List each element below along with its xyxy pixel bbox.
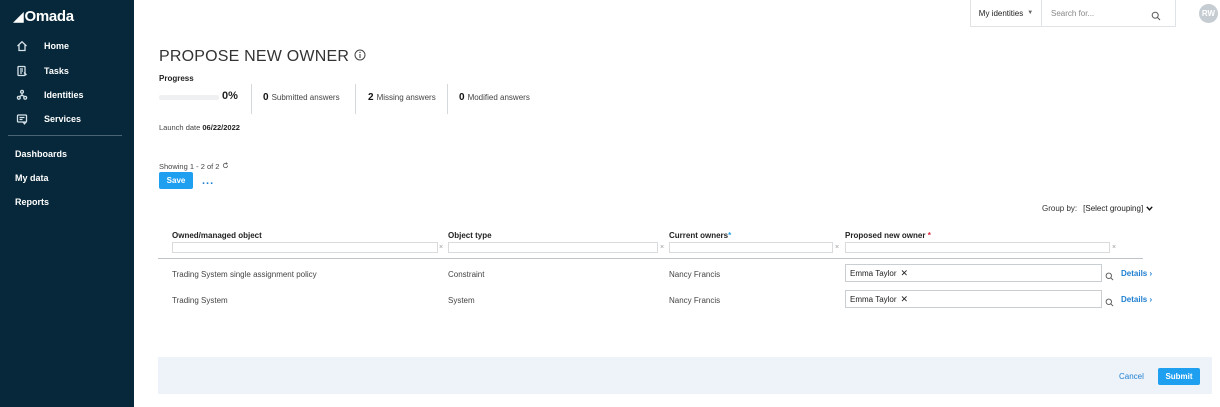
identities-icon — [15, 88, 29, 102]
more-actions-button[interactable]: ... — [202, 175, 214, 187]
cell-object-type: System — [448, 296, 475, 305]
column-header-object-type[interactable]: Object type — [448, 231, 492, 240]
group-by-value: [Select grouping] — [1083, 204, 1144, 213]
filter-proposed-owner — [845, 242, 1110, 259]
clear-filter-icon[interactable]: × — [835, 244, 839, 251]
sidebar-link-my-data[interactable]: My data — [15, 173, 49, 183]
details-link[interactable]: Details › — [1121, 269, 1152, 278]
sidebar-link-dashboards[interactable]: Dashboards — [15, 149, 67, 159]
page-title: PROPOSE NEW OWNER — [159, 48, 366, 66]
column-header-proposed-owner[interactable]: Proposed new owner * — [845, 231, 931, 240]
owner-chip-name: Emma Taylor — [850, 268, 897, 278]
search-input[interactable] — [1051, 8, 1151, 18]
chevron-right-icon: › — [1149, 295, 1153, 304]
search-icon[interactable] — [1105, 294, 1114, 312]
omada-logo-mark-icon: ◢ — [13, 8, 24, 24]
home-icon — [15, 39, 29, 53]
table-header-divider — [158, 258, 1143, 259]
column-header-label: Proposed new owner — [845, 231, 926, 240]
stat-missing: 2 Missing answers — [368, 92, 436, 103]
stat-modified: 0 Modified answers — [459, 92, 530, 103]
cell-current-owner: Nancy Francis — [669, 270, 721, 279]
services-icon — [15, 112, 29, 126]
user-avatar[interactable]: RW — [1199, 4, 1218, 23]
required-marker: * — [925, 231, 931, 240]
action-footer — [158, 357, 1212, 394]
global-search — [1041, 0, 1176, 27]
remove-owner-icon[interactable]: ✕ — [901, 294, 909, 305]
progress-bar — [159, 95, 219, 100]
stat-separator — [355, 84, 356, 114]
remove-owner-icon[interactable]: ✕ — [901, 268, 909, 279]
showing-count-text: Showing 1 - 2 of 2 — [159, 162, 220, 171]
stat-label: Modified answers — [467, 93, 530, 102]
cell-object: Trading System — [172, 296, 228, 305]
sidebar-item-identities[interactable]: Identities — [0, 85, 134, 105]
proposed-owner-field[interactable]: Emma Taylor ✕ — [845, 290, 1102, 308]
column-header-current-owners[interactable]: Current owners* — [669, 231, 731, 240]
info-icon[interactable] — [354, 48, 366, 66]
caret-down-icon: ▼ — [1027, 10, 1034, 16]
sidebar-item-label: Tasks — [44, 66, 69, 76]
launch-date: Launch date 06/22/2022 — [159, 123, 240, 132]
cell-current-owner: Nancy Francis — [669, 296, 721, 305]
column-header-object[interactable]: Owned/managed object — [172, 231, 262, 240]
sidebar: ◢ Omada Home Tasks Identities Services D… — [0, 0, 134, 407]
page-title-text: PROPOSE NEW OWNER — [159, 48, 350, 65]
cell-object-type: Constraint — [448, 270, 485, 279]
showing-count: Showing 1 - 2 of 2 — [159, 162, 229, 171]
stat-count: 2 — [368, 92, 374, 103]
my-identities-dropdown[interactable]: My identities ▼ — [970, 0, 1041, 27]
column-header-label: Current owners — [669, 231, 729, 240]
sidebar-link-reports[interactable]: Reports — [15, 197, 49, 207]
group-by: Group by: [Select grouping] — [1042, 204, 1153, 213]
group-by-label: Group by: — [1042, 204, 1078, 213]
filter-object-type — [448, 242, 658, 259]
clear-filter-icon[interactable]: × — [439, 244, 443, 251]
stat-label: Submitted answers — [271, 93, 340, 102]
chevron-down-icon — [1146, 206, 1153, 211]
optional-marker: * — [728, 231, 732, 240]
proposed-owner-field[interactable]: Emma Taylor ✕ — [845, 264, 1102, 282]
owner-chip-name: Emma Taylor — [850, 294, 897, 304]
stat-separator — [251, 84, 252, 114]
sidebar-item-label: Identities — [44, 90, 84, 100]
save-button[interactable]: Save — [159, 172, 193, 189]
omada-logo[interactable]: ◢ Omada — [13, 8, 74, 25]
stat-label: Missing answers — [376, 93, 436, 102]
cancel-button[interactable]: Cancel — [1119, 372, 1144, 381]
details-link-label: Details — [1121, 269, 1148, 278]
group-by-select[interactable]: [Select grouping] — [1083, 204, 1153, 213]
sidebar-item-label: Home — [44, 41, 70, 51]
stat-separator — [447, 84, 448, 114]
filter-current-owners — [669, 242, 833, 259]
progress-label: Progress — [159, 74, 194, 83]
search-icon[interactable] — [1105, 268, 1114, 286]
logo-text: Omada — [24, 8, 74, 25]
stat-submitted: 0 Submitted answers — [263, 92, 340, 103]
stat-count: 0 — [263, 92, 269, 103]
tasks-icon — [15, 64, 29, 78]
submit-button[interactable]: Submit — [1158, 368, 1200, 385]
filter-object — [172, 242, 438, 259]
details-link-label: Details — [1121, 295, 1148, 304]
refresh-icon[interactable] — [222, 162, 229, 171]
clear-filter-icon[interactable]: × — [1112, 244, 1116, 251]
app-root: ◢ Omada Home Tasks Identities Services D… — [0, 0, 1220, 407]
launch-date-label: Launch date — [159, 123, 201, 132]
sidebar-item-home[interactable]: Home — [0, 36, 134, 56]
stat-count: 0 — [459, 92, 465, 103]
clear-filter-icon[interactable]: × — [660, 244, 664, 251]
sidebar-item-tasks[interactable]: Tasks — [0, 61, 134, 81]
chevron-right-icon: › — [1149, 269, 1153, 278]
sidebar-divider — [8, 135, 122, 136]
cell-object: Trading System single assignment policy — [172, 270, 317, 279]
my-identities-label: My identities — [978, 8, 1024, 18]
launch-date-value: 06/22/2022 — [202, 123, 240, 132]
sidebar-item-label: Services — [44, 114, 82, 124]
details-link[interactable]: Details › — [1121, 295, 1152, 304]
sidebar-item-services[interactable]: Services — [0, 109, 134, 129]
search-icon[interactable] — [1151, 8, 1161, 26]
progress-percent: 0% — [222, 90, 238, 102]
